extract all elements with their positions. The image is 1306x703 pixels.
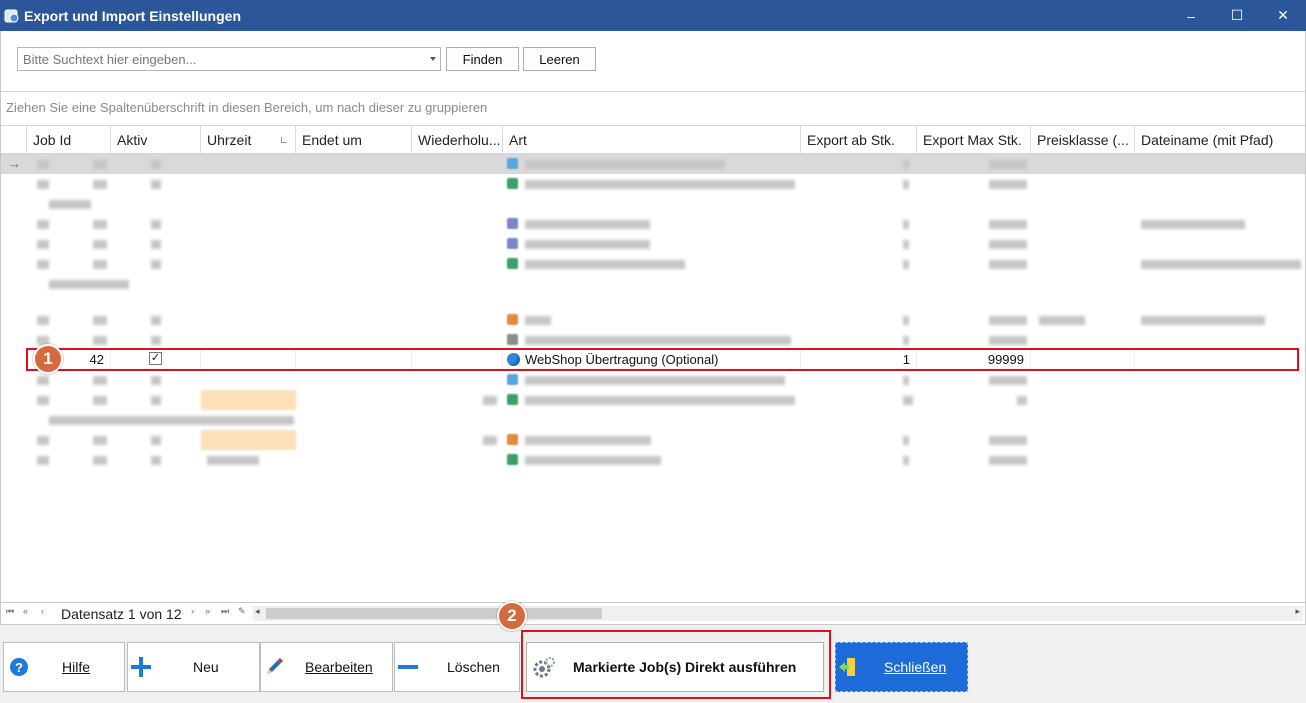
table-row[interactable] <box>1 430 1305 450</box>
table-row[interactable] <box>1 310 1305 330</box>
find-button[interactable]: Finden <box>446 47 519 71</box>
search-placeholder: Bitte Suchtext hier eingeben... <box>23 51 197 67</box>
column-header-export-ab[interactable]: Export ab Stk. <box>801 126 917 154</box>
next-record-icon[interactable]: › <box>191 606 194 616</box>
new-button-label: Neu <box>193 659 219 675</box>
last-record-icon[interactable]: ⏭ <box>221 606 229 617</box>
data-navigator: ⏮ « ‹ Datensatz 1 von 12 › » ⏭ ✎ ◂ ▸ <box>0 603 1306 625</box>
next-page-icon[interactable]: » <box>205 606 210 616</box>
edit-button-label: Bearbeiten <box>305 659 373 675</box>
maximize-button[interactable]: ☐ <box>1214 0 1260 31</box>
scrollbar-thumb[interactable] <box>266 608 602 619</box>
header-indicator <box>1 126 27 154</box>
table-row[interactable] <box>1 174 1305 194</box>
window-title: Export und Import Einstellungen <box>24 7 241 24</box>
help-button-label: Hilfe <box>62 659 91 675</box>
delete-button[interactable]: Löschen <box>394 642 520 692</box>
group-row[interactable] <box>1 410 1305 430</box>
first-record-icon[interactable]: ⏮ <box>6 606 14 617</box>
search-input[interactable]: Bitte Suchtext hier eingeben... <box>17 47 441 71</box>
table-row[interactable] <box>1 234 1305 254</box>
table-row[interactable] <box>1 254 1305 274</box>
help-button[interactable]: ? Hilfe <box>3 642 125 692</box>
grid-header: Job Id Aktiv Uhrzeit Endet um Wiederholu… <box>1 125 1305 154</box>
group-by-area[interactable]: Ziehen Sie eine Spaltenüberschrift in di… <box>0 91 1306 125</box>
dropdown-arrow-icon[interactable] <box>430 57 436 61</box>
plus-icon <box>131 657 151 677</box>
column-header-uhrzeit[interactable]: Uhrzeit <box>201 126 296 154</box>
delete-button-label: Löschen <box>447 659 500 675</box>
table-row[interactable] <box>1 370 1305 390</box>
close-button-label: Schließen <box>884 659 947 675</box>
close-window-button[interactable]: ✕ <box>1260 0 1306 31</box>
column-header-aktiv[interactable]: Aktiv <box>111 126 201 154</box>
column-header-preisklasse[interactable]: Preisklasse (... <box>1031 126 1135 154</box>
app-icon <box>4 9 19 22</box>
column-header-wiederholung[interactable]: Wiederholu... <box>412 126 503 154</box>
edit-record-icon[interactable]: ✎ <box>238 606 246 617</box>
table-row[interactable]: → <box>1 154 1305 174</box>
minus-icon <box>398 665 418 669</box>
column-header-uhrzeit-label: Uhrzeit <box>207 132 252 148</box>
column-header-dateiname[interactable]: Dateiname (mit Pfad) <box>1135 126 1305 154</box>
previous-record-icon[interactable]: ‹ <box>41 606 44 616</box>
column-header-export-max[interactable]: Export Max Stk. <box>917 126 1031 154</box>
pencil-icon <box>267 658 283 674</box>
step-marker-1: 1 <box>33 344 63 374</box>
search-bar: Bitte Suchtext hier eingeben... Finden L… <box>0 31 1306 91</box>
title-bar: Export und Import Einstellungen – ☐ ✕ <box>0 0 1306 31</box>
group-hint-text: Ziehen Sie eine Spaltenüberschrift in di… <box>6 100 488 115</box>
highlight-frame-run-button <box>521 630 831 699</box>
row-focus-arrow-icon: → <box>8 156 21 171</box>
table-row[interactable] <box>1 450 1305 470</box>
horizontal-scrollbar[interactable]: ◂ ▸ <box>253 606 1303 621</box>
column-header-endet-um[interactable]: Endet um <box>296 126 412 154</box>
sort-icon <box>281 137 287 143</box>
clear-button[interactable]: Leeren <box>523 47 596 71</box>
column-header-job-id[interactable]: Job Id <box>27 126 111 154</box>
record-position-text: Datensatz 1 von 12 <box>61 606 182 622</box>
scroll-right-icon[interactable]: ▸ <box>1295 606 1300 617</box>
highlight-frame-selected-row <box>26 348 1299 371</box>
scroll-left-icon[interactable]: ◂ <box>255 606 260 617</box>
group-row[interactable] <box>1 194 1305 214</box>
minimize-button[interactable]: – <box>1168 0 1214 31</box>
previous-page-icon[interactable]: « <box>23 606 28 616</box>
exit-door-icon <box>839 658 855 676</box>
table-row[interactable] <box>1 330 1305 350</box>
edit-button[interactable]: Bearbeiten <box>260 642 393 692</box>
table-row[interactable] <box>1 214 1305 234</box>
close-button[interactable]: Schließen <box>835 642 968 692</box>
column-header-art[interactable]: Art <box>503 126 801 154</box>
step-marker-2: 2 <box>497 601 527 631</box>
new-button[interactable]: Neu <box>127 642 260 692</box>
help-icon: ? <box>10 658 28 676</box>
group-row[interactable] <box>1 274 1305 294</box>
table-row[interactable] <box>1 390 1305 410</box>
